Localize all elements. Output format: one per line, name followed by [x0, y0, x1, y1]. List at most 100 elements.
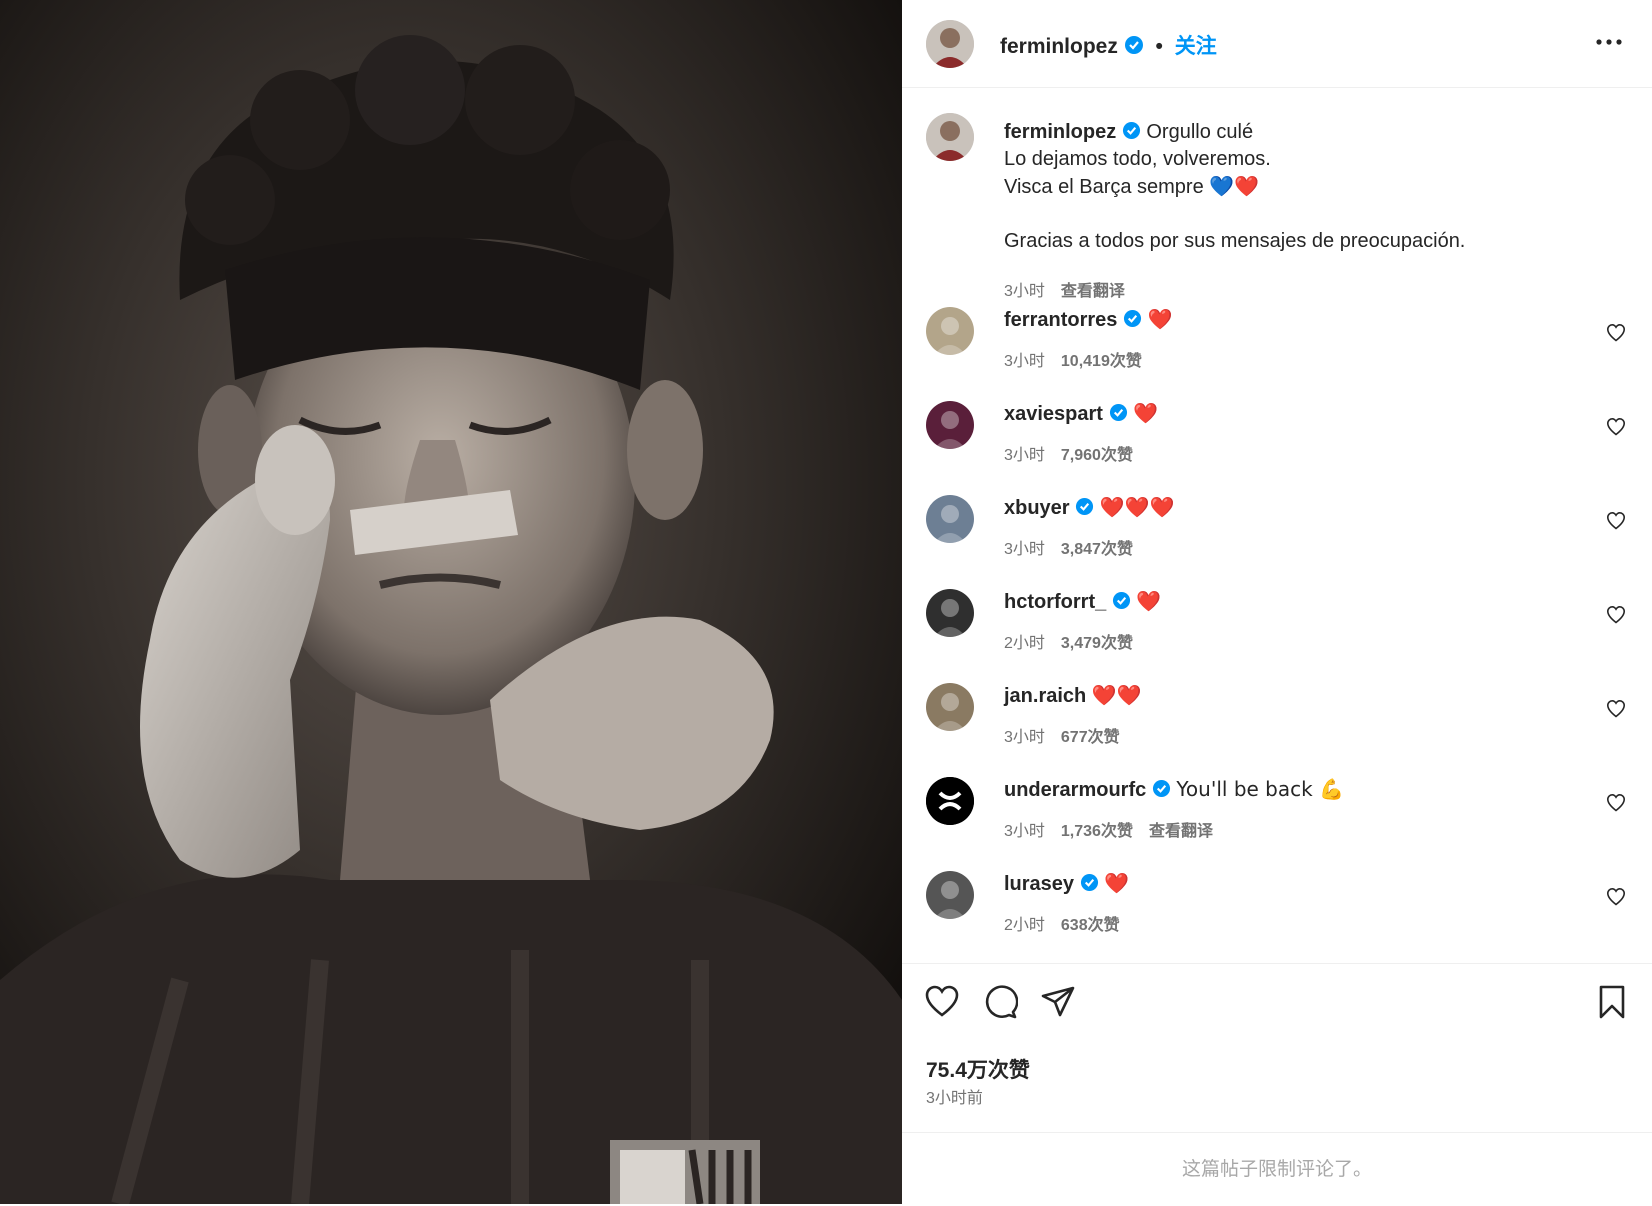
comment-likes[interactable]: 7,960次赞	[1061, 447, 1133, 464]
comment-username[interactable]: lurasey	[1004, 873, 1074, 895]
post-photo[interactable]	[0, 0, 902, 1204]
comment-time[interactable]: 3小时	[1004, 447, 1045, 464]
comment-item: ferrantorres ❤️ 3小时 10,419次赞	[926, 305, 1626, 395]
caption-line: Visca el Barça sempre	[1004, 176, 1204, 198]
comment-line: ferrantorres ❤️	[1004, 307, 1172, 332]
heart-icon[interactable]	[1606, 605, 1626, 625]
verified-icon	[1076, 497, 1094, 516]
avatar-image	[934, 505, 966, 543]
heart-icon[interactable]	[1606, 511, 1626, 531]
comment-line: jan.raich ❤️❤️	[1004, 683, 1142, 708]
avatar-image	[934, 693, 966, 731]
comment-likes[interactable]: 677次赞	[1061, 729, 1120, 746]
comment-meta: 3小时 677次赞	[1004, 723, 1136, 747]
comment-text: ❤️❤️❤️	[1099, 495, 1175, 519]
comment-avatar[interactable]	[926, 589, 974, 637]
action-bar: 75.4万次赞 3小时前 这篇帖子限制评论了。	[902, 963, 1652, 1204]
comment-text: ❤️	[1136, 589, 1162, 613]
heart-icon[interactable]	[1606, 887, 1626, 907]
caption-time[interactable]: 3小时	[1004, 283, 1045, 300]
follow-button[interactable]: 关注	[1175, 35, 1217, 58]
caption-line: Gracias a todos por sus mensajes de preo…	[1004, 230, 1466, 252]
verified-icon	[1109, 403, 1127, 422]
comment-meta: 2小时 638次赞	[1004, 911, 1136, 935]
comment-avatar[interactable]	[926, 777, 974, 825]
comment-time[interactable]: 3小时	[1004, 729, 1045, 746]
translate-button[interactable]: 查看翻译	[1061, 283, 1125, 300]
heart-icon[interactable]	[924, 984, 960, 1020]
more-icon[interactable]	[1594, 30, 1624, 54]
comment-meta: 3小时 3,847次赞	[1004, 535, 1149, 559]
verified-icon	[1080, 873, 1098, 892]
caption-avatar[interactable]	[926, 113, 974, 161]
comment-line: hctorforrt_ ❤️	[1004, 589, 1161, 614]
post-header: ferminlopez • 关注	[902, 0, 1652, 88]
caption-text: ferminlopez Orgullo culé Lo dejamos todo…	[1004, 119, 1614, 255]
verified-icon	[1112, 591, 1130, 610]
comment-avatar[interactable]	[926, 683, 974, 731]
comment-likes[interactable]: 1,736次赞	[1061, 823, 1133, 840]
comment-text: You'll be back 💪	[1176, 777, 1344, 801]
heart-icon[interactable]	[1606, 793, 1626, 813]
comment-line: underarmourfc You'll be back 💪	[1004, 777, 1344, 802]
caption-username[interactable]: ferminlopez	[1004, 121, 1116, 143]
comment-avatar[interactable]	[926, 307, 974, 355]
header-username-row: ferminlopez • 关注	[1000, 30, 1217, 60]
comment-avatar[interactable]	[926, 495, 974, 543]
comment-time[interactable]: 3小时	[1004, 823, 1045, 840]
comment-username[interactable]: xbuyer	[1004, 497, 1070, 519]
comment-text: ❤️	[1104, 871, 1130, 895]
separator-dot: •	[1155, 35, 1163, 58]
comment-likes[interactable]: 3,847次赞	[1061, 541, 1133, 558]
heart-icon[interactable]	[1606, 417, 1626, 437]
comment-line: xbuyer ❤️❤️❤️	[1004, 495, 1174, 520]
avatar[interactable]	[926, 20, 974, 68]
heart-icon[interactable]	[1606, 699, 1626, 719]
verified-icon	[1122, 121, 1140, 140]
comment-avatar[interactable]	[926, 871, 974, 919]
comment-line: xaviespart ❤️	[1004, 401, 1158, 426]
share-icon[interactable]	[1040, 984, 1076, 1020]
verified-icon	[1124, 36, 1143, 54]
player-photo-illustration	[0, 0, 902, 1204]
comment-username[interactable]: ferrantorres	[1004, 309, 1117, 331]
comment-time[interactable]: 3小时	[1004, 541, 1045, 558]
heart-icon[interactable]	[1606, 323, 1626, 343]
comment-time[interactable]: 2小时	[1004, 917, 1045, 934]
like-count[interactable]: 75.4万次赞	[926, 1054, 1030, 1084]
comment-likes[interactable]: 638次赞	[1061, 917, 1120, 934]
header-username[interactable]: ferminlopez	[1000, 35, 1118, 58]
comment-translate-button[interactable]: 查看翻译	[1149, 823, 1213, 840]
avatar-image	[934, 599, 966, 637]
bookmark-icon[interactable]	[1594, 984, 1630, 1020]
comment-time[interactable]: 2小时	[1004, 635, 1045, 652]
comment-likes[interactable]: 10,419次赞	[1061, 353, 1142, 370]
comment-username[interactable]: hctorforrt_	[1004, 591, 1106, 613]
comment-meta: 3小时 1,736次赞 查看翻译	[1004, 817, 1229, 841]
comment-item: xaviespart ❤️ 3小时 7,960次赞	[926, 399, 1626, 489]
comments-scroll-area[interactable]: ferminlopez Orgullo culé Lo dejamos todo…	[902, 89, 1652, 963]
comment-username[interactable]: xaviespart	[1004, 403, 1103, 425]
comment-likes[interactable]: 3,479次赞	[1061, 635, 1133, 652]
comment-username[interactable]: jan.raich	[1004, 685, 1086, 707]
comment-item: hctorforrt_ ❤️ 2小时 3,479次赞	[926, 587, 1626, 677]
avatar-image	[926, 113, 974, 161]
comment-username[interactable]: underarmourfc	[1004, 779, 1146, 801]
comment-time[interactable]: 3小时	[1004, 353, 1045, 370]
comment-icon[interactable]	[982, 984, 1018, 1020]
comments-closed-notice: 这篇帖子限制评论了。	[902, 1132, 1652, 1205]
avatar-image	[934, 881, 966, 919]
comment-item: lurasey ❤️ 2小时 638次赞	[926, 869, 1626, 959]
comment-avatar[interactable]	[926, 401, 974, 449]
comment-text: ❤️	[1133, 401, 1158, 425]
post-time: 3小时前	[926, 1090, 983, 1107]
caption-meta: 3小时 查看翻译	[1004, 277, 1125, 301]
verified-icon	[1152, 779, 1170, 798]
verified-icon	[1123, 309, 1142, 328]
comment-item: xbuyer ❤️❤️❤️ 3小时 3,847次赞	[926, 493, 1626, 583]
comment-text: ❤️	[1147, 307, 1173, 331]
avatar-image	[926, 20, 974, 68]
post-panel: ferminlopez • 关注 ferminlopez Orgullo cul…	[902, 0, 1652, 1204]
brand-logo-icon	[926, 777, 974, 825]
comment-line: lurasey ❤️	[1004, 871, 1129, 896]
